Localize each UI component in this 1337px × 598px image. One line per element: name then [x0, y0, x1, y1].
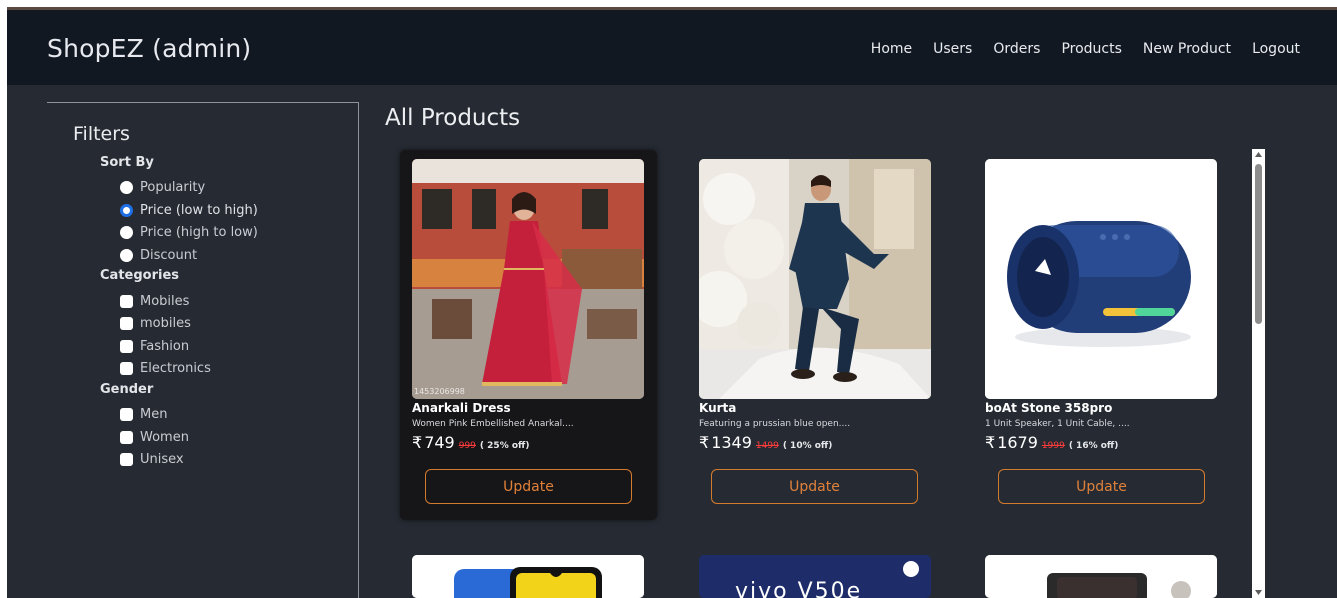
brand-title[interactable]: ShopEZ (admin)	[47, 34, 251, 63]
product-price: ₹ 749 999 ( 25% off)	[412, 433, 529, 452]
category-option-mobiles-lower[interactable]: mobiles	[120, 316, 191, 331]
speaker-photo-icon	[985, 159, 1217, 399]
update-button-kurta[interactable]: Update	[711, 469, 918, 504]
update-button-speaker[interactable]: Update	[998, 469, 1205, 504]
radio-discount[interactable]	[120, 249, 133, 262]
product-desc: 1 Unit Speaker, 1 Unit Cable, ....	[985, 419, 1130, 429]
gender-title: Gender	[100, 382, 154, 397]
dress-photo-icon	[412, 159, 644, 399]
discount-label: ( 10% off)	[782, 441, 833, 451]
product-price: ₹ 1349 1499 ( 10% off)	[699, 433, 832, 452]
product-image-anarkali[interactable]: 1453206998	[412, 159, 644, 399]
gender-option-unisex[interactable]: Unisex	[120, 452, 184, 467]
checkbox-women[interactable]	[120, 431, 133, 444]
filters-title: Filters	[73, 123, 130, 145]
product-image-product-6[interactable]	[985, 555, 1217, 598]
current-price: 1349	[711, 433, 752, 452]
checkbox-unisex[interactable]	[120, 453, 133, 466]
checkbox-electronics[interactable]	[120, 362, 133, 375]
original-price: 999	[458, 441, 476, 451]
gender-option-label: Women	[140, 430, 189, 445]
discount-label: ( 16% off)	[1068, 441, 1119, 451]
sort-option-label: Popularity	[140, 180, 206, 195]
products-scrollbar[interactable]	[1252, 149, 1265, 598]
checkbox-mobiles-lower[interactable]	[120, 317, 133, 330]
update-button-anarkali[interactable]: Update	[425, 469, 632, 504]
category-option-fashion[interactable]: Fashion	[120, 339, 189, 354]
window-top-strip	[0, 0, 1337, 10]
vivo-banner-text: vivo V50e	[735, 579, 863, 598]
kurta-photo-icon	[699, 159, 931, 399]
scroll-thumb[interactable]	[1255, 164, 1262, 324]
radio-price-high-low[interactable]	[120, 226, 133, 239]
product-image-speaker[interactable]	[985, 159, 1217, 399]
currency-symbol: ₹	[985, 433, 996, 452]
nav-users[interactable]: Users	[933, 41, 972, 57]
product-price: ₹ 1679 1999 ( 16% off)	[985, 433, 1118, 452]
checkbox-men[interactable]	[120, 408, 133, 421]
gender-option-label: Men	[140, 407, 168, 422]
category-option-mobiles[interactable]: Mobiles	[120, 294, 189, 309]
sort-option-price-high-low[interactable]: Price (high to low)	[120, 225, 258, 240]
category-option-label: Electronics	[140, 361, 211, 376]
product-name: boAt Stone 358pro	[985, 401, 1113, 415]
current-price: 749	[424, 433, 455, 452]
sort-by-title: Sort By	[100, 155, 154, 170]
original-price: 1999	[1041, 441, 1065, 451]
scroll-up-arrow-icon[interactable]	[1254, 150, 1263, 159]
categories-title: Categories	[100, 268, 180, 283]
nav-logout[interactable]: Logout	[1252, 41, 1300, 57]
product-desc: Women Pink Embellished Anarkal....	[412, 419, 574, 429]
gender-option-label: Unisex	[140, 452, 184, 467]
currency-symbol: ₹	[699, 433, 710, 452]
sort-option-label: Price (low to high)	[140, 203, 258, 218]
product-box-icon	[985, 555, 1217, 598]
scroll-down-arrow-icon[interactable]	[1254, 588, 1263, 597]
sort-option-discount[interactable]: Discount	[120, 248, 197, 263]
product-image-mobile[interactable]	[412, 555, 644, 598]
gender-option-men[interactable]: Men	[120, 407, 167, 422]
product-name: Kurta	[699, 401, 737, 415]
category-option-label: mobiles	[140, 316, 191, 331]
radio-popularity[interactable]	[120, 181, 133, 194]
gender-option-women[interactable]: Women	[120, 430, 189, 445]
product-name: Anarkali Dress	[412, 401, 511, 415]
app-root: ShopEZ (admin) Home Users Orders Product…	[7, 10, 1337, 598]
currency-symbol: ₹	[412, 433, 423, 452]
nav-orders[interactable]: Orders	[993, 41, 1040, 57]
category-option-label: Mobiles	[140, 294, 190, 309]
nav-links: Home Users Orders Products New Product L…	[871, 41, 1300, 57]
checkbox-fashion[interactable]	[120, 340, 133, 353]
product-image-kurta[interactable]	[699, 159, 931, 399]
sort-option-price-low-high[interactable]: Price (low to high)	[120, 203, 258, 218]
phone-photo-icon	[412, 555, 644, 598]
sort-option-label: Discount	[140, 248, 198, 263]
category-option-electronics[interactable]: Electronics	[120, 361, 211, 376]
discount-label: ( 25% off)	[479, 441, 530, 451]
nav-new-product[interactable]: New Product	[1143, 41, 1231, 57]
product-image-vivo[interactable]: vivo V50e	[699, 555, 931, 598]
current-price: 1679	[997, 433, 1038, 452]
sort-option-popularity[interactable]: Popularity	[120, 180, 205, 195]
page-title: All Products	[385, 105, 521, 131]
filters-sidebar: Filters Sort By Popularity Price (low to…	[47, 102, 359, 598]
navbar: ShopEZ (admin) Home Users Orders Product…	[7, 10, 1337, 85]
radio-price-low-high[interactable]	[120, 204, 133, 217]
sort-option-label: Price (high to low)	[140, 225, 258, 240]
category-option-label: Fashion	[140, 339, 190, 354]
checkbox-mobiles[interactable]	[120, 295, 133, 308]
nav-home[interactable]: Home	[871, 41, 912, 57]
image-watermark: 1453206998	[414, 387, 465, 396]
product-desc: Featuring a prussian blue open....	[699, 419, 851, 429]
nav-products[interactable]: Products	[1061, 41, 1121, 57]
original-price: 1499	[755, 441, 779, 451]
